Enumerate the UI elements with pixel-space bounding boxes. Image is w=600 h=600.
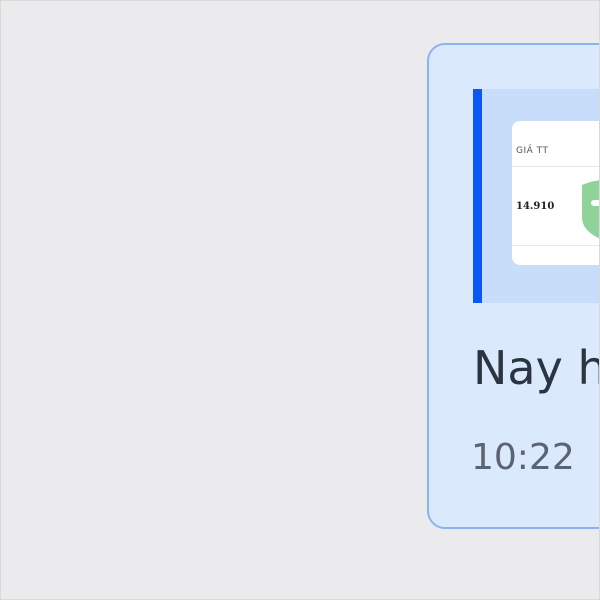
preview-header-text: GIẢ TT [516, 146, 549, 156]
message-bubble[interactable]: GIẢ TT 14.910 Nay h 10:22 [427, 43, 600, 529]
chat-area: GIẢ TT 14.910 Nay h 10:22 [0, 0, 600, 600]
preview-header-row: GIẢ TT [512, 139, 599, 167]
quoted-attachment[interactable]: GIẢ TT 14.910 [473, 89, 599, 303]
message-timestamp: 10:22 [471, 437, 575, 478]
preview-amount-text: 14.910 [516, 201, 555, 212]
image-preview[interactable]: GIẢ TT 14.910 [512, 121, 599, 265]
receipt-icon [582, 180, 599, 239]
message-text: Nay h [473, 341, 600, 395]
